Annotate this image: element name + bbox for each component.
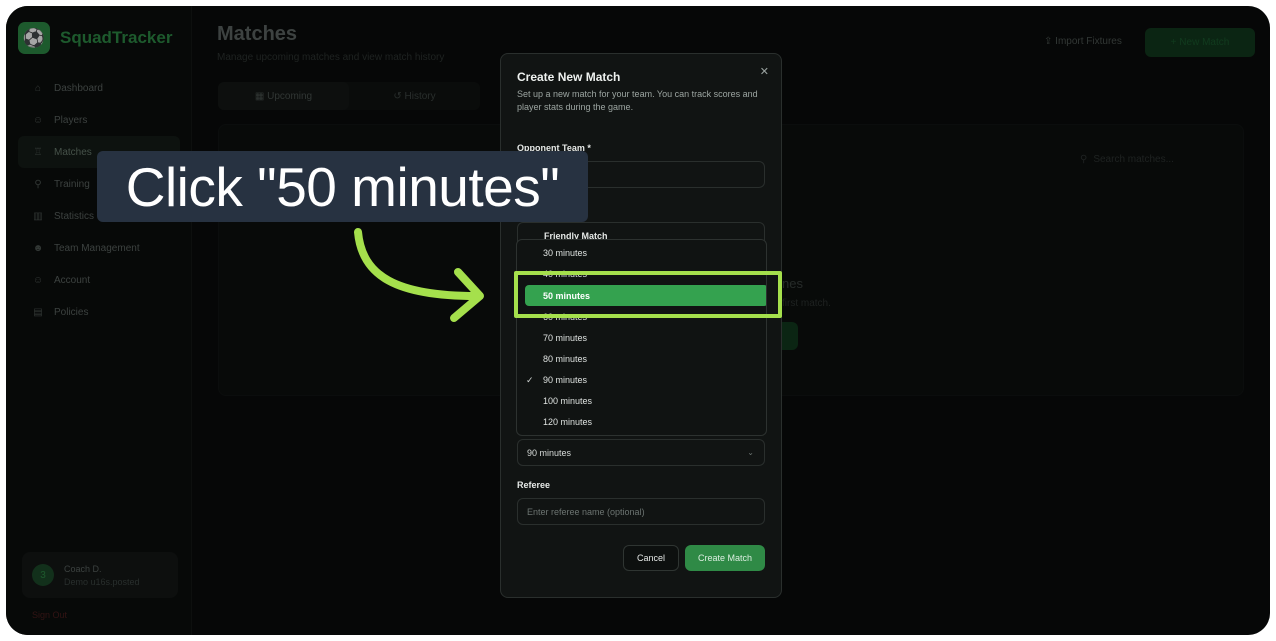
sidebar-item-players[interactable]: ☺ Players (18, 104, 180, 136)
tab-upcoming[interactable]: ▦ Upcoming (218, 82, 349, 110)
highlight-box (514, 271, 782, 318)
instruction-tooltip: Click "50 minutes" (97, 151, 588, 222)
option-30-minutes[interactable]: 30 minutes (517, 243, 766, 263)
training-icon: ⚲ (34, 178, 42, 190)
option-label: 70 minutes (543, 333, 588, 343)
new-match-label: New Match (1179, 37, 1230, 48)
sidebar-item-label: Matches (54, 146, 92, 158)
referee-label: Referee (517, 480, 551, 490)
home-icon: ⌂ (34, 82, 42, 94)
dialog-title: Create New Match (517, 70, 621, 84)
trophy-icon: ♖ (33, 146, 43, 158)
sidebar-item-label: Dashboard (54, 82, 103, 94)
sidebar-item-label: Players (54, 114, 88, 126)
user-subtitle: Demo u16s.posted (64, 576, 140, 587)
option-label: 30 minutes (543, 248, 588, 258)
cancel-button[interactable]: Cancel (623, 545, 679, 571)
option-90-minutes[interactable]: ✓ 90 minutes (517, 370, 766, 390)
duration-dropdown: 30 minutes 40 minutes 50 minutes 60 minu… (516, 239, 767, 436)
soccer-ball-icon: ⚽ (18, 22, 50, 54)
option-80-minutes[interactable]: 80 minutes (517, 349, 766, 369)
option-70-minutes[interactable]: 70 minutes (517, 328, 766, 348)
option-120-minutes[interactable]: 120 minutes (517, 412, 766, 432)
chart-icon: ▥ (33, 210, 43, 222)
team-icon: ☻ (32, 242, 44, 254)
screen-frame: ⚽ SquadTracker ⌂ Dashboard ☺ Players ♖ M… (6, 6, 1270, 635)
referee-placeholder: Enter referee name (optional) (527, 506, 645, 517)
sidebar-item-label: Training (54, 178, 90, 190)
sign-out-link[interactable]: Sign Out (32, 610, 67, 620)
option-label: 120 minutes (543, 417, 593, 427)
sidebar-item-team-management[interactable]: ☻ Team Management (18, 232, 180, 264)
new-match-button[interactable]: + New Match (1145, 28, 1255, 57)
page-subtitle: Manage upcoming matches and view match h… (217, 52, 445, 63)
option-label: 80 minutes (543, 354, 588, 364)
sidebar-item-label: Team Management (54, 242, 140, 254)
search-placeholder: Search matches... (1093, 153, 1174, 165)
tab-label: History (404, 90, 436, 102)
page-title: Matches (217, 23, 298, 45)
chevron-down-icon: ⌄ (747, 448, 754, 457)
duration-select[interactable]: 90 minutes ⌄ (517, 439, 765, 466)
sidebar-item-label: Account (54, 274, 91, 286)
duration-value: 90 minutes (527, 447, 572, 458)
brand-name: SquadTracker (60, 28, 173, 47)
user-info: Coach D. Demo u16s.posted (64, 564, 140, 587)
history-icon: ↺ (393, 90, 405, 102)
import-fixtures-label: Import Fixtures (1055, 36, 1122, 47)
document-icon: ▤ (33, 306, 43, 318)
sidebar-item-label: Policies (54, 306, 89, 318)
option-label: 90 minutes (543, 375, 588, 385)
referee-field[interactable]: Enter referee name (optional) (517, 498, 765, 525)
import-fixtures-button[interactable]: ⇪ Import Fixtures (1044, 36, 1122, 47)
empty-state-subtitle: first match. (782, 298, 831, 309)
sidebar-item-policies[interactable]: ▤ Policies (18, 296, 180, 328)
search-input[interactable]: ⚲ Search matches... (1080, 147, 1236, 171)
sidebar-item-dashboard[interactable]: ⌂ Dashboard (18, 72, 180, 104)
tab-label: Upcoming (267, 90, 313, 102)
empty-state-title: nes (782, 276, 803, 291)
sidebar: ⚽ SquadTracker ⌂ Dashboard ☺ Players ♖ M… (6, 6, 192, 635)
avatar: 3 (32, 564, 54, 586)
option-label: 100 minutes (543, 396, 593, 406)
brand[interactable]: ⚽ SquadTracker (18, 22, 172, 54)
calendar-icon: ▦ (254, 90, 268, 102)
check-icon: ✓ (526, 374, 534, 385)
dialog-description: Set up a new match for your team. You ca… (517, 89, 758, 112)
user-icon: ☺ (32, 274, 44, 286)
create-match-button[interactable]: Create Match (685, 545, 765, 571)
search-icon: ⚲ (1080, 153, 1088, 165)
users-icon: ☺ (32, 114, 44, 126)
sidebar-item-account[interactable]: ☺ Account (18, 264, 180, 296)
pointer-arrow-icon (354, 228, 484, 322)
user-name: Coach D. (64, 563, 102, 574)
close-icon[interactable]: ✕ (760, 65, 769, 78)
plus-icon: + (1170, 37, 1180, 48)
match-tabs: ▦ Upcoming ↺ History (218, 82, 480, 110)
user-card[interactable]: 3 Coach D. Demo u16s.posted (22, 552, 178, 598)
sidebar-item-label: Statistics (54, 210, 95, 222)
upload-icon: ⇪ (1044, 36, 1056, 47)
tab-history[interactable]: ↺ History (349, 82, 480, 110)
option-100-minutes[interactable]: 100 minutes (517, 391, 766, 411)
